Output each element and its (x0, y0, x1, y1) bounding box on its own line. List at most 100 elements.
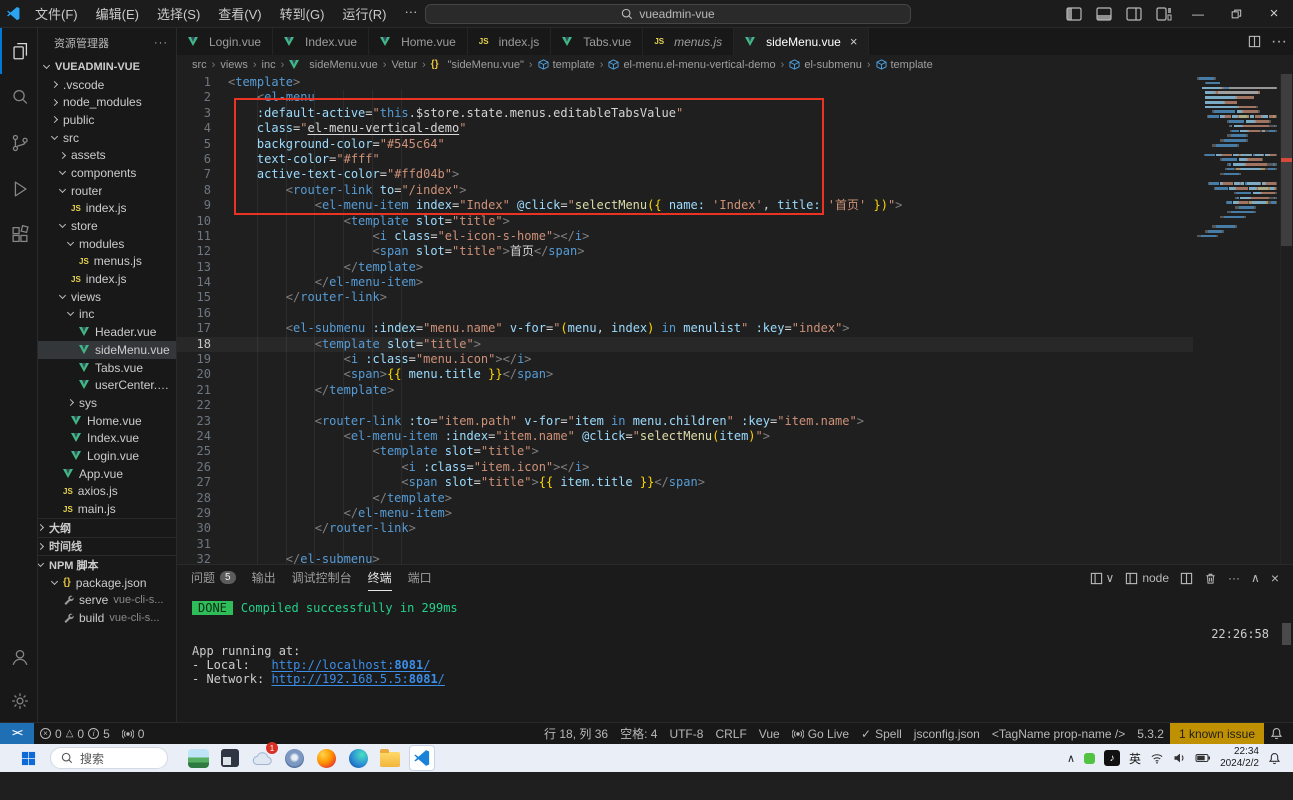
status-jsconfig.json[interactable]: jsconfig.json (908, 723, 986, 745)
command-center-search[interactable]: vueadmin-vue (425, 4, 911, 24)
code-line-15[interactable]: 15 </router-link> (177, 290, 1193, 305)
code-line-10[interactable]: 10 <template slot="title"> (177, 214, 1193, 229)
activity-explorer[interactable] (0, 28, 38, 74)
code-line-29[interactable]: 29 </el-menu-item> (177, 506, 1193, 521)
status-空格: 4[interactable]: 空格: 4 (614, 723, 663, 745)
file-explorer-icon[interactable] (377, 745, 403, 771)
widgets-weather-icon[interactable] (185, 745, 211, 771)
code-line-13[interactable]: 13 </template> (177, 260, 1193, 275)
tab-Login.vue[interactable]: Login.vue (177, 28, 273, 55)
tab-index.js[interactable]: JSindex.js (468, 28, 551, 55)
tree-item-components[interactable]: components (38, 164, 176, 182)
tree-item-Tabs.vue[interactable]: Tabs.vue (38, 359, 176, 377)
code-line-7[interactable]: 7 active-text-color="#ffd04b"> (177, 167, 1193, 182)
panel-tab-终端[interactable]: 终端 (368, 565, 392, 591)
remote-indicator[interactable]: >< (0, 723, 34, 745)
tree-item-Header.vue[interactable]: Header.vue (38, 323, 176, 341)
status-Spell[interactable]: ✓Spell (855, 723, 908, 745)
breadcrumb-item[interactable]: Vetur (391, 59, 417, 71)
code-line-6[interactable]: 6 text-color="#fff" (177, 152, 1193, 167)
tree-item-Home.vue[interactable]: Home.vue (38, 412, 176, 430)
customize-layout-icon[interactable] (1149, 0, 1179, 28)
tab-Tabs.vue[interactable]: Tabs.vue (551, 28, 643, 55)
code-line-23[interactable]: 23 <router-link :to="item.path" v-for="i… (177, 414, 1193, 429)
tree-item-Index.vue[interactable]: Index.vue (38, 429, 176, 447)
tree-item-sys[interactable]: sys (38, 394, 176, 412)
account-icon[interactable] (0, 634, 38, 680)
launch-profile-icon[interactable]: ∨ (1090, 571, 1115, 585)
breadcrumb-item[interactable]: src (192, 59, 207, 71)
tab-menus.js[interactable]: JSmenus.js (643, 28, 734, 55)
tree-item-menus.js[interactable]: JSmenus.js (38, 253, 176, 271)
terminal-instance[interactable]: node (1125, 571, 1169, 585)
code-line-2[interactable]: 2 <el-menu (177, 90, 1193, 105)
restore-button[interactable] (1217, 0, 1255, 28)
minimize-button[interactable]: — (1179, 0, 1217, 28)
split-editor-icon[interactable] (1248, 35, 1261, 48)
problems-status[interactable]: × 0 △ 0 i 5 (34, 723, 116, 745)
tree-item-.vscode[interactable]: .vscode (38, 76, 176, 94)
toggle-panel-icon[interactable] (1089, 0, 1119, 28)
editor-scrollbar[interactable] (1280, 74, 1293, 564)
code-line-25[interactable]: 25 <template slot="title"> (177, 444, 1193, 459)
breadcrumb-item[interactable]: {}"sideMenu.vue" (431, 59, 524, 71)
status-Vue[interactable]: Vue (753, 723, 786, 745)
code-line-24[interactable]: 24 <el-menu-item :index="item.name" @cli… (177, 429, 1193, 444)
code-line-30[interactable]: 30 </router-link> (177, 521, 1193, 536)
status-5.3.2[interactable]: 5.3.2 (1131, 723, 1170, 745)
section-时间线[interactable]: 时间线 (38, 538, 176, 556)
tree-item-VUEADMIN-VUE[interactable]: VUEADMIN-VUE (38, 58, 176, 76)
wifi-icon[interactable] (1150, 752, 1164, 764)
tree-item-router[interactable]: router (38, 182, 176, 200)
menu-2[interactable]: 选择(S) (148, 4, 209, 23)
terminal-link[interactable]: http://192.168.5.5: (271, 672, 408, 686)
code-line-21[interactable]: 21 </template> (177, 383, 1193, 398)
tree-item-userCenter.vue[interactable]: userCenter.vue (38, 376, 176, 394)
explorer-more-icon[interactable]: ··· (154, 37, 168, 49)
tab-Home.vue[interactable]: Home.vue (369, 28, 468, 55)
terminal-scrollbar[interactable] (1282, 623, 1291, 645)
code-line-18[interactable]: 18 <template slot="title"> (177, 337, 1193, 352)
split-terminal-icon[interactable] (1180, 572, 1193, 585)
npm-package.json[interactable]: {}package.json (38, 574, 176, 592)
breadcrumb-item[interactable]: template (538, 59, 595, 71)
taskbar-clock[interactable]: 22:34 2024/2/2 (1220, 746, 1259, 771)
code-line-8[interactable]: 8 <router-link to="/index"> (177, 183, 1193, 198)
tab-Index.vue[interactable]: Index.vue (273, 28, 369, 55)
code-line-12[interactable]: 12 <span slot="title">首页</span> (177, 244, 1193, 259)
panel-tab-调试控制台[interactable]: 调试控制台 (292, 565, 352, 591)
volume-icon[interactable] (1173, 752, 1186, 764)
tree-item-src[interactable]: src (38, 129, 176, 147)
section-NPM 脚本[interactable]: NPM 脚本 (38, 556, 176, 574)
taskbar-search[interactable]: 搜索 (50, 747, 168, 769)
cloud-sync-icon[interactable]: 1 (249, 745, 275, 771)
activity-run-debug[interactable] (0, 166, 38, 212)
npm-serve[interactable]: servevue-cli-s... (38, 592, 176, 610)
app-spiral-icon[interactable] (281, 745, 307, 771)
status-CRLF[interactable]: CRLF (709, 723, 752, 745)
tree-item-index.js[interactable]: JSindex.js (38, 270, 176, 288)
activity-search[interactable] (0, 74, 38, 120)
code-line-3[interactable]: 3 :default-active="this.$store.state.men… (177, 106, 1193, 121)
menu-3[interactable]: 查看(V) (209, 4, 270, 23)
menu-6[interactable]: ··· (395, 4, 426, 23)
tab-sideMenu.vue[interactable]: sideMenu.vue× (734, 28, 869, 55)
code-line-9[interactable]: 9 <el-menu-item index="Index" @click="se… (177, 198, 1193, 213)
breadcrumb-item[interactable]: el-submenu (789, 59, 861, 71)
firefox-icon[interactable] (313, 745, 339, 771)
status-行 18, 列 36[interactable]: 行 18, 列 36 (538, 723, 614, 745)
hidden-icons-chevron[interactable]: ∧ (1067, 752, 1075, 765)
tab-close-icon[interactable]: × (850, 34, 858, 49)
tree-item-inc[interactable]: inc (38, 306, 176, 324)
close-window-button[interactable]: × (1255, 0, 1293, 28)
code-line-22[interactable]: 22 (177, 398, 1193, 413)
start-button[interactable] (14, 745, 42, 771)
menu-4[interactable]: 转到(G) (271, 4, 334, 23)
code-line-26[interactable]: 26 <i :class="item.icon"></i> (177, 460, 1193, 475)
npm-build[interactable]: buildvue-cli-s... (38, 609, 176, 627)
tree-item-assets[interactable]: assets (38, 146, 176, 164)
toggle-secondary-sidebar-icon[interactable] (1119, 0, 1149, 28)
code-line-16[interactable]: 16 (177, 306, 1193, 321)
close-panel-icon[interactable]: × (1271, 570, 1279, 586)
code-line-14[interactable]: 14 </el-menu-item> (177, 275, 1193, 290)
